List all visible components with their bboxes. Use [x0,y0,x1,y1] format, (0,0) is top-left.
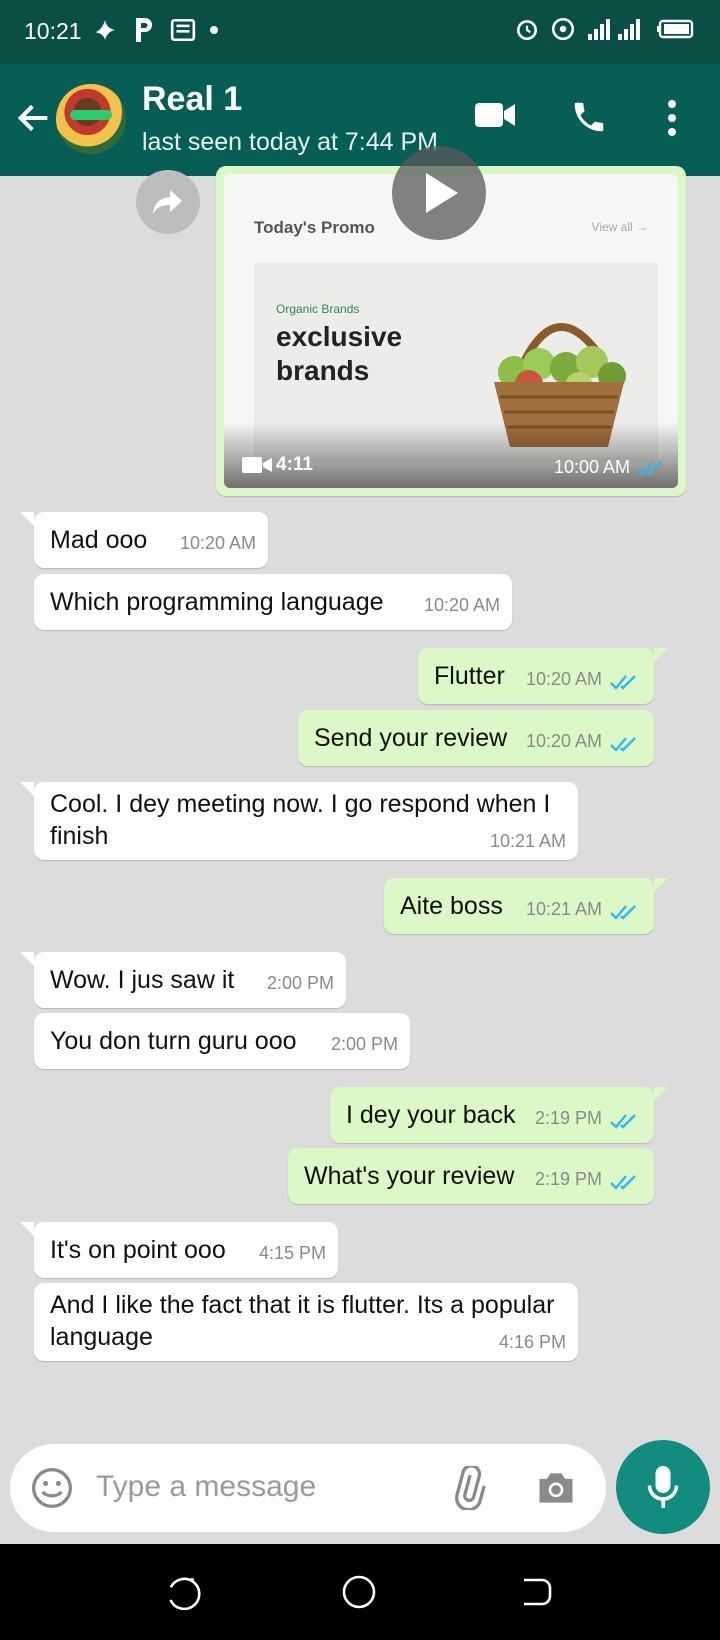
hotspot-icon [551,17,575,41]
system-navigation-bar [0,1544,720,1640]
outgoing-message[interactable]: Aite boss 10:21 AM [384,878,668,934]
back-nav-icon[interactable] [518,1574,554,1610]
signal-icon [588,19,640,40]
message-text: I dey your back [346,1101,516,1129]
recent-apps-icon[interactable] [166,1574,202,1610]
voice-record-button[interactable] [616,1440,710,1534]
more-notifications-dot [210,26,218,34]
message-time: 10:20 AM [423,595,500,615]
battery-icon [657,19,694,39]
incoming-message[interactable]: Wow. I jus saw it 2:00 PM [20,952,346,1008]
home-icon[interactable] [341,1574,377,1610]
contact-name[interactable]: Real 1 [142,80,242,119]
message-list[interactable]: Today's Promo View all → Organic Brands … [0,146,720,1440]
incoming-message[interactable]: You don turn guru ooo 2:00 PM [34,1013,410,1069]
chat-header: Real 1 last seen today at 7:44 PM [0,64,720,176]
incoming-message[interactable]: Cool. I dey meeting now. I go respond wh… [20,782,578,860]
alarm-icon [517,20,537,41]
news-icon [170,18,196,42]
last-seen-status[interactable]: last seen today at 7:44 PM [142,128,438,157]
message-text: Flutter [434,662,505,690]
incoming-message[interactable]: Which programming language 10:20 AM [34,574,512,630]
incoming-message[interactable]: It's on point ooo 4:15 PM [20,1222,338,1278]
thumbnail-view-all: View all → [591,220,648,234]
status-time: 10:21 [24,18,82,44]
incoming-message[interactable]: Mad ooo 10:20 AM [20,512,268,568]
read-ticks-icon [610,905,636,920]
read-ticks-icon [636,461,662,476]
message-time: 2:00 PM [266,973,334,993]
system-icons [514,16,696,42]
message-text: You don turn guru ooo [50,1027,297,1055]
bird-icon [95,20,115,40]
outgoing-message[interactable]: What's your review 2:19 PM [288,1148,654,1204]
message-text: Wow. I jus saw it [50,966,235,994]
message-time: 2:19 PM [534,1108,602,1128]
avatar[interactable] [56,84,126,154]
message-text: It's on point ooo [50,1236,226,1264]
promo-category: Organic Brands [276,302,360,316]
message-text: What's your review [304,1162,515,1190]
status-bar: 10:21 [0,0,720,64]
read-ticks-icon [610,737,636,752]
message-text: And I like the fact that it is flutter. … [50,1291,555,1351]
forward-button[interactable] [136,170,200,234]
attach-icon[interactable] [446,1466,490,1510]
play-icon [426,173,458,213]
message-time: 4:15 PM [258,1243,326,1263]
microphone-icon [647,1466,679,1508]
read-ticks-icon [610,675,636,690]
notification-icons [92,16,218,44]
outgoing-message[interactable]: Flutter 10:20 AM [418,648,668,704]
video-duration: 4:11 [276,454,313,475]
p-app-icon [136,18,152,42]
message-composer: Type a message [10,1444,606,1532]
message-text: Aite boss [400,892,503,920]
video-call-icon[interactable] [474,100,516,130]
outgoing-message[interactable]: I dey your back 2:19 PM [330,1087,668,1143]
message-time: 2:00 PM [330,1034,398,1054]
message-input[interactable]: Type a message [96,1470,316,1504]
message-text: Send your review [314,724,508,752]
read-ticks-icon [610,1114,636,1129]
video-camera-icon [242,457,272,473]
message-time: 10:20 AM [525,731,602,751]
video-timestamp: 10:00 AM [553,457,630,477]
message-text: Mad ooo [50,526,148,554]
read-ticks-icon [610,1175,636,1190]
message-text: Cool. I dey meeting now. I go respond wh… [50,790,551,850]
forward-icon [153,190,182,214]
message-time: 10:20 AM [525,669,602,689]
message-time: 2:19 PM [534,1169,602,1189]
thumbnail-section-title: Today's Promo [254,218,375,237]
back-arrow-icon[interactable] [14,98,54,138]
message-time: 10:20 AM [179,533,256,553]
outgoing-message[interactable]: Send your review 10:20 AM [298,710,654,766]
emoji-icon[interactable] [30,1466,74,1510]
video-message[interactable]: Today's Promo View all → Organic Brands … [216,146,686,496]
promo-headline: exclusive brands [276,321,403,386]
message-time: 4:16 PM [498,1332,566,1352]
camera-icon[interactable] [534,1466,578,1510]
message-time: 10:21 AM [489,831,566,851]
message-time: 10:21 AM [525,899,602,919]
voice-call-icon[interactable] [570,98,608,136]
incoming-message[interactable]: And I like the fact that it is flutter. … [34,1283,578,1361]
message-text: Which programming language [50,588,384,616]
play-button[interactable] [392,146,486,240]
more-options-icon[interactable] [666,98,678,138]
